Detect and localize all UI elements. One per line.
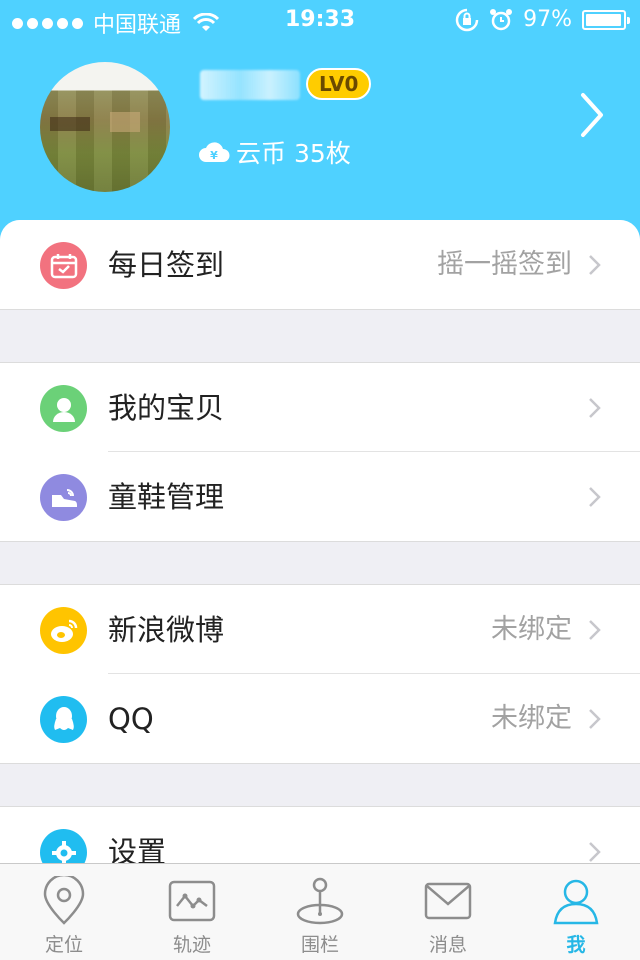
tab-fence[interactable]: 围栏 [256, 864, 384, 960]
tab-me[interactable]: 我 [512, 864, 640, 960]
fence-pin-icon [296, 877, 344, 925]
tab-label: 定位 [44, 934, 83, 956]
menu-label: 每日签到 [108, 248, 225, 282]
tab-bar: 定位 轨迹 围栏 消息 我 [0, 863, 640, 960]
user-icon [553, 879, 599, 925]
qq-penguin-icon [40, 696, 87, 743]
profile-header[interactable]: LV0 ¥ 云币 35枚 [0, 40, 640, 240]
calendar-icon [40, 242, 87, 289]
coin-label: 云币 35枚 [236, 139, 351, 168]
status-bar: 中国联通 19:33 97% [0, 0, 640, 40]
tab-label: 我 [566, 934, 586, 956]
tab-label: 轨迹 [172, 934, 211, 956]
avatar[interactable] [40, 62, 170, 192]
menu-item-weibo[interactable]: 新浪微博 未绑定 [0, 584, 640, 674]
menu-label: 童鞋管理 [108, 480, 225, 514]
chevron-right-icon [589, 709, 601, 729]
menu-item-qq[interactable]: QQ 未绑定 [0, 674, 640, 764]
chevron-right-icon [589, 842, 601, 862]
chevron-right-icon [589, 620, 601, 640]
tab-location[interactable]: 定位 [0, 864, 128, 960]
menu-item-daily-checkin[interactable]: 每日签到 摇一摇签到 [0, 220, 640, 310]
chevron-right-icon [589, 255, 601, 275]
battery-percent: 97% [523, 7, 572, 32]
menu-value: 未绑定 [491, 703, 572, 734]
track-chart-icon [168, 880, 216, 922]
tab-track[interactable]: 轨迹 [128, 864, 256, 960]
menu-list: 每日签到 摇一摇签到 我的宝贝 童鞋管理 新浪微博 未绑定 QQ 未绑定 设置 [0, 220, 640, 863]
tab-label: 消息 [428, 934, 467, 956]
person-icon [40, 385, 87, 432]
menu-value: 摇一摇签到 [437, 249, 572, 280]
menu-item-settings[interactable]: 设置 [0, 806, 640, 863]
cloud-coin-icon: ¥ [199, 142, 230, 162]
menu-label: 新浪微博 [108, 613, 225, 647]
rotation-lock-icon [455, 8, 479, 31]
menu-value: 未绑定 [491, 614, 572, 645]
menu-item-shoe-management[interactable]: 童鞋管理 [0, 452, 640, 542]
chevron-right-icon[interactable] [578, 90, 606, 140]
shoe-icon [40, 474, 87, 521]
chevron-right-icon [589, 398, 601, 418]
envelope-icon [424, 882, 472, 920]
coin-balance: ¥ 云币 35枚 [198, 134, 351, 170]
chevron-right-icon [589, 487, 601, 507]
username-blurred [200, 70, 300, 100]
menu-item-my-baby[interactable]: 我的宝贝 [0, 362, 640, 452]
tab-label: 围栏 [300, 934, 339, 956]
gear-icon [40, 829, 87, 863]
location-pin-icon [43, 876, 85, 925]
menu-label: QQ [108, 702, 154, 736]
menu-label: 设置 [108, 835, 167, 863]
menu-label: 我的宝贝 [108, 391, 225, 425]
battery-fill [586, 13, 621, 26]
alarm-icon [490, 8, 513, 30]
weibo-icon [40, 607, 87, 654]
level-badge: LV0 [306, 68, 372, 100]
svg-text:¥: ¥ [210, 149, 218, 162]
tab-messages[interactable]: 消息 [384, 864, 512, 960]
battery-icon [582, 9, 630, 30]
